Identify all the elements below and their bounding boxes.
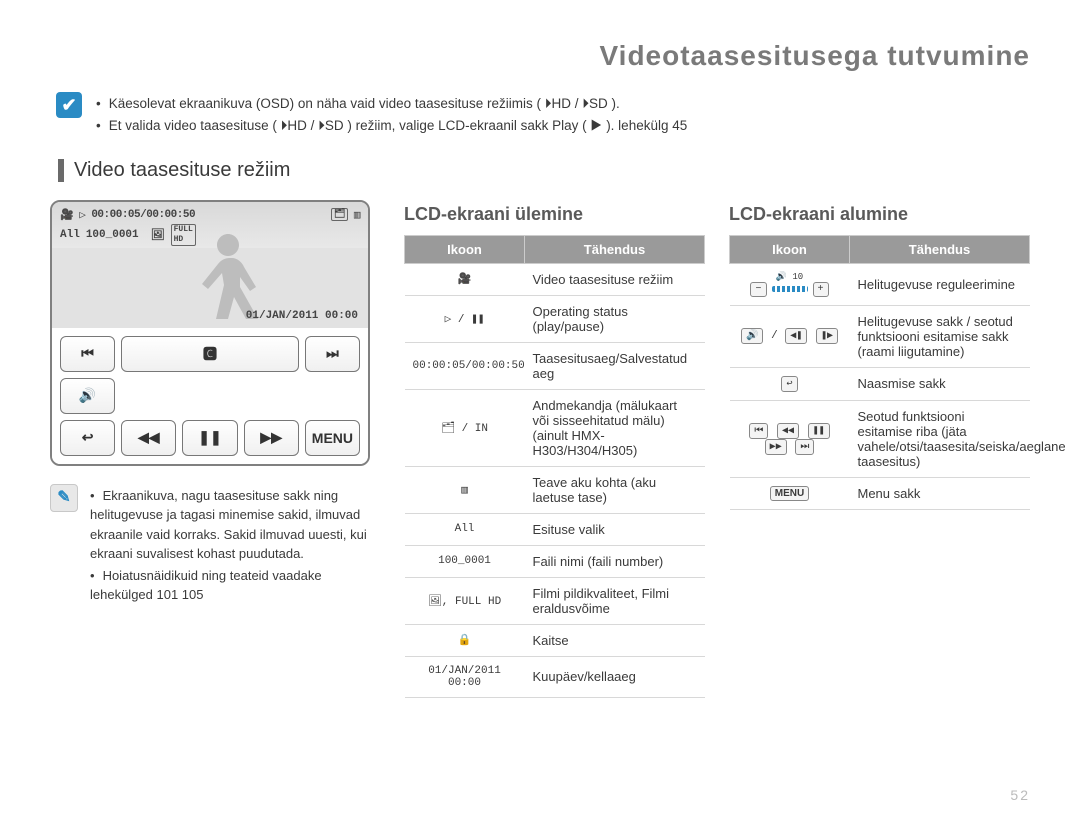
- cc-icon: 🅲: [203, 344, 217, 364]
- frame-back-icon: ◀❚: [785, 328, 807, 344]
- battery-icon: ▥: [354, 208, 360, 222]
- info-line-1: Käesolevat ekraanikuva (OSD) on näha vai…: [96, 94, 687, 114]
- volume-icon: 🔊: [79, 387, 96, 404]
- cell-icon: 01/JAN/2011 00:00: [405, 656, 525, 697]
- table-right: Ikoon Tähendus 🔊 10 −+ Helitugevuse regu…: [729, 235, 1030, 510]
- cell-icon: 100_0001: [405, 545, 525, 577]
- rewind-icon: ◀◀: [777, 423, 799, 439]
- cell-meaning: Seotud funktsiooni esitamise riba (jäta …: [850, 400, 1030, 477]
- lcd-all-label: All: [60, 229, 80, 241]
- play-indicator-icon: ▷: [79, 208, 85, 222]
- volume-indicator-icon: 🔊 10: [738, 272, 842, 282]
- menu-label: MENU: [312, 430, 353, 446]
- table-row: 🗂 / IN Andmekandja (mälukaart või sissee…: [405, 389, 705, 466]
- lcd-ffwd-button[interactable]: ▶▶: [244, 420, 299, 456]
- cell-meaning: Helitugevuse sakk / seotud funktsiooni e…: [850, 305, 1030, 367]
- fast-forward-icon: ▶▶: [260, 429, 282, 446]
- table-left-header-icon: Ikoon: [405, 235, 525, 263]
- lcd-cc-button[interactable]: 🅲: [121, 336, 299, 372]
- table-row: 00:00:05/00:00:50 Taasesitusaeg/Salvesta…: [405, 342, 705, 389]
- note-line-1: Ekraanikuva, nagu taasesituse sakk ning …: [90, 486, 380, 564]
- cell-meaning: Operating status (play/pause): [525, 295, 705, 342]
- cell-meaning: Naasmise sakk: [850, 367, 1030, 400]
- volume-tab-icon: 🔊: [741, 328, 763, 344]
- lcd-next-button[interactable]: ⏭: [305, 336, 360, 372]
- note-line-2: Hoiatusnäidikuid ning teateid vaadake le…: [90, 566, 380, 605]
- table-row: 🔊 10 −+ Helitugevuse reguleerimine: [730, 263, 1030, 305]
- ffwd-icon: ▶▶: [765, 439, 787, 455]
- table-row: ↩ Naasmise sakk: [730, 367, 1030, 400]
- table-right-header-icon: Ikoon: [730, 235, 850, 263]
- pause-icon: ❚❚: [198, 429, 221, 446]
- cell-icon: 🖼, FULL HD: [405, 577, 525, 624]
- skip-back-icon: ⏮: [81, 345, 94, 362]
- quality-icon: 🖼: [151, 228, 165, 242]
- table-row: 01/JAN/2011 00:00 Kuupäev/kellaaeg: [405, 656, 705, 697]
- cell-meaning: Esituse valik: [525, 513, 705, 545]
- table-row: ⏮ ◀◀ ❚❚ ▶▶ ⏭ Seotud funktsiooni esitamis…: [730, 400, 1030, 477]
- volume-bar-icon: −+: [749, 282, 829, 297]
- table-row: All Esituse valik: [405, 513, 705, 545]
- page-number: 52: [1010, 787, 1030, 803]
- table-left-header-meaning: Tähendus: [525, 235, 705, 263]
- cell-meaning: Kuupäev/kellaaeg: [525, 656, 705, 697]
- cell-meaning: Kaitse: [525, 624, 705, 656]
- skip-back-icon: ⏮: [749, 423, 768, 439]
- table-left-title: LCD-ekraani ülemine: [404, 204, 705, 225]
- cell-icon: ▥: [405, 466, 525, 513]
- cell-meaning: Andmekandja (mälukaart või sisseehitatud…: [525, 389, 705, 466]
- cell-meaning: Teave aku kohta (aku laetuse tase): [525, 466, 705, 513]
- note-icon: ✎: [50, 484, 78, 512]
- table-row: MENU Menu sakk: [730, 477, 1030, 509]
- menu-icon: MENU: [770, 486, 809, 501]
- lcd-file-label: 100_0001: [86, 229, 139, 241]
- cell-icon: All: [405, 513, 525, 545]
- lcd-back-button[interactable]: ↩: [60, 420, 115, 456]
- check-icon: ✔: [56, 92, 82, 118]
- lcd-menu-button[interactable]: MENU: [305, 420, 360, 456]
- cell-icon: 🔒: [405, 624, 525, 656]
- cell-meaning: Menu sakk: [850, 477, 1030, 509]
- lcd-preview: 🎥 ▷ 00:00:05/00:00:50 🗂 ▥ All 100_0001 🖼…: [50, 200, 370, 466]
- cell-icon: 00:00:05/00:00:50: [405, 342, 525, 389]
- cell-meaning: Helitugevuse reguleerimine: [850, 263, 1030, 305]
- back-icon: ↩: [82, 429, 94, 446]
- lcd-rewind-button[interactable]: ◀◀: [121, 420, 176, 456]
- lcd-time-counter: 00:00:05/00:00:50: [91, 209, 195, 221]
- rewind-icon: ◀◀: [138, 429, 160, 446]
- table-row: 🔊 / ◀❚ ❚▶ Helitugevuse sakk / seotud fun…: [730, 305, 1030, 367]
- table-row: 🔒 Kaitse: [405, 624, 705, 656]
- cell-meaning: Video taasesituse režiim: [525, 263, 705, 295]
- mode-icon: 🎥: [458, 274, 472, 286]
- page-title: Videotaasesitusega tutvumine: [50, 40, 1030, 72]
- lcd-pause-button[interactable]: ❚❚: [182, 420, 237, 456]
- cell-icon: ▷ / ❚❚: [405, 295, 525, 342]
- skip-forward-icon: ⏭: [326, 345, 339, 362]
- section-heading: Video taasesituse režiim: [58, 159, 1030, 182]
- table-row: 🎥 Video taasesituse režiim: [405, 263, 705, 295]
- info-line-2: Et valida video taasesituse ( ⏵HD / ⏵SD …: [96, 116, 687, 136]
- table-right-title: LCD-ekraani alumine: [729, 204, 1030, 225]
- table-row: 🖼, FULL HD Filmi pildikvaliteet, Filmi e…: [405, 577, 705, 624]
- cell-meaning: Taasesitusaeg/Salvestatud aeg: [525, 342, 705, 389]
- pause-icon: ❚❚: [808, 423, 830, 439]
- table-right-header-meaning: Tähendus: [850, 235, 1030, 263]
- cell-meaning: Filmi pildikvaliteet, Filmi eraldusvõime: [525, 577, 705, 624]
- mode-icon: 🎥: [60, 208, 73, 222]
- cell-meaning: Faili nimi (faili number): [525, 545, 705, 577]
- table-row: 100_0001 Faili nimi (faili number): [405, 545, 705, 577]
- lcd-volume-button[interactable]: 🔊: [60, 378, 115, 414]
- lcd-prev-button[interactable]: ⏮: [60, 336, 115, 372]
- return-icon: ↩: [781, 376, 797, 392]
- cell-icon: 🗂 / IN: [405, 389, 525, 466]
- skip-forward-icon: ⏭: [795, 439, 814, 455]
- table-row: ▷ / ❚❚ Operating status (play/pause): [405, 295, 705, 342]
- storage-icon: 🗂: [331, 208, 348, 221]
- table-left: Ikoon Tähendus 🎥 Video taasesituse režii…: [404, 235, 705, 698]
- table-row: ▥ Teave aku kohta (aku laetuse tase): [405, 466, 705, 513]
- lcd-datetime: 01/JAN/2011 00:00: [246, 310, 358, 322]
- frame-fwd-icon: ❚▶: [816, 328, 838, 344]
